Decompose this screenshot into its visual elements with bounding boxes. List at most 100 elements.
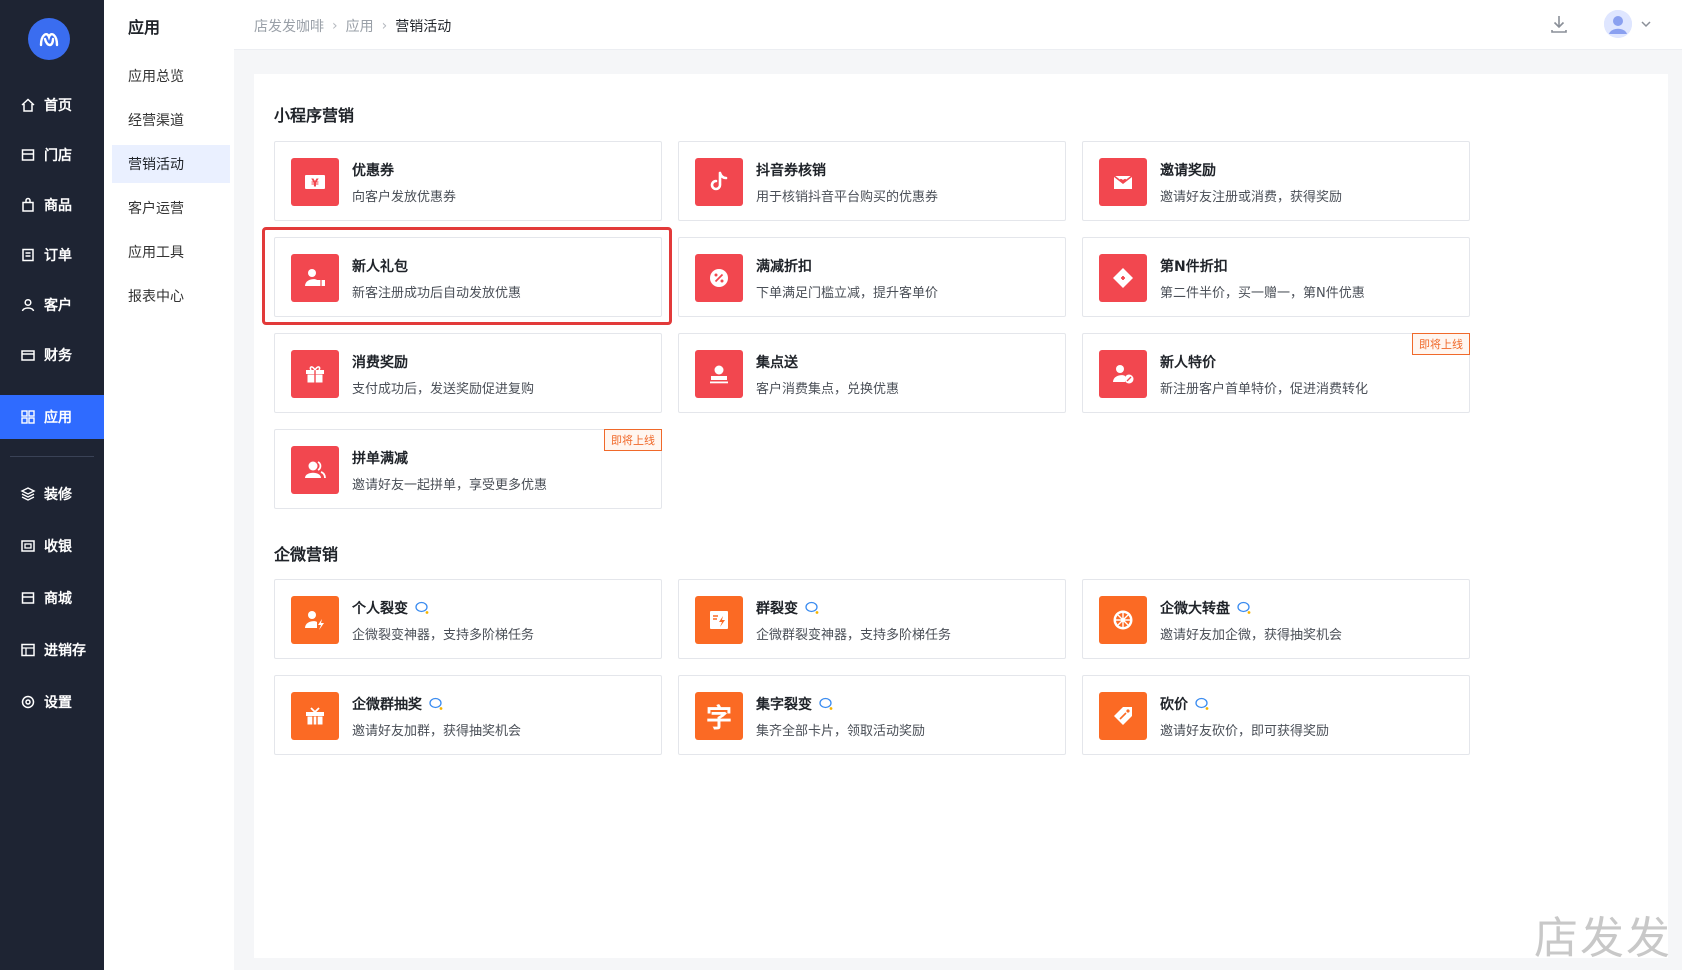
card-full-reduction[interactable]: 满减折扣 下单满足门槛立减，提升客单价 (678, 237, 1066, 317)
nav-item-orders[interactable]: 订单 (0, 233, 104, 277)
nav-item-customers[interactable]: 客户 (0, 283, 104, 327)
card-title: 群裂变 (756, 598, 820, 618)
submenu-item-marketing[interactable]: 营销活动 (112, 145, 230, 183)
wecom-chat-icon (1236, 600, 1252, 616)
coming-soon-badge: 即将上线 (604, 429, 662, 451)
card-desc: 邀请好友一起拼单，享受更多优惠 (352, 478, 548, 493)
card-group-fission[interactable]: 群裂变 企微群裂变神器，支持多阶梯任务 (678, 579, 1066, 659)
character-icon: 字 (695, 692, 743, 740)
breadcrumb-shop[interactable]: 店发发咖啡 (254, 16, 324, 36)
card-desc: 新注册客户首单特价，促进消费转化 (1160, 382, 1369, 397)
chevron-down-icon[interactable] (1640, 18, 1652, 30)
card-group-order[interactable]: 拼单满减 邀请好友一起拼单，享受更多优惠 即将上线 (274, 429, 662, 509)
card-collect-characters[interactable]: 字 集字裂变 集齐全部卡片，领取活动奖励 (678, 675, 1066, 755)
bargain-tag-icon (1099, 692, 1147, 740)
section-title-miniprogram: 小程序营销 (274, 106, 355, 125)
douyin-icon (695, 158, 743, 206)
card-title: 满减折扣 (756, 259, 812, 275)
nav-item-finance[interactable]: 财务 (0, 333, 104, 377)
card-title: 集字裂变 (756, 694, 834, 714)
stamp-icon (695, 350, 743, 398)
nav-item-store[interactable]: 门店 (0, 133, 104, 177)
submenu-item-channels[interactable]: 经营渠道 (112, 101, 230, 139)
card-title: 拼单满减 (352, 451, 408, 467)
card-desc: 用于核销抖音平台购买的优惠券 (756, 190, 939, 205)
user-bolt-icon (291, 596, 339, 644)
card-desc: 企微群裂变神器，支持多阶梯任务 (756, 628, 952, 643)
submenu-item-overview[interactable]: 应用总览 (112, 57, 230, 95)
breadcrumb: 店发发咖啡 › 应用 › 营销活动 (254, 16, 451, 36)
card-purchase-reward[interactable]: 消费奖励 支付成功后，发送奖励促进复购 (274, 333, 662, 413)
settings-icon (20, 694, 36, 710)
nav-item-settings[interactable]: 设置 (0, 680, 104, 724)
tag-icon (1099, 254, 1147, 302)
section-title-wecom: 企微营销 (274, 545, 339, 564)
download-icon[interactable] (1548, 13, 1570, 35)
order-icon (20, 247, 36, 263)
card-nth-discount[interactable]: 第N件折扣 第二件半价，买一赠一，第N件优惠 (1082, 237, 1470, 317)
wecom-chat-icon (414, 600, 430, 616)
card-desc: 支付成功后，发送奖励促进复购 (352, 382, 535, 397)
card-title: 消费奖励 (352, 355, 408, 371)
card-desc: 新客注册成功后自动发放优惠 (352, 286, 522, 301)
breadcrumb-current: 营销活动 (395, 19, 452, 35)
card-title: 抖音券核销 (756, 163, 826, 179)
nav-item-goods[interactable]: 商品 (0, 183, 104, 227)
new-user-price-icon (1099, 350, 1147, 398)
card-title: 新人特价 (1160, 355, 1216, 371)
main-nav: 首页 门店 商品 订单 客户 财务 应用 装修 收银 商城 进销存 设置 (0, 0, 104, 970)
nav-item-apps[interactable]: 应用 (0, 395, 104, 439)
submenu-item-reports[interactable]: 报表中心 (112, 277, 230, 315)
nav-item-decoration[interactable]: 装修 (0, 472, 104, 516)
watermark: 店发发 (1534, 913, 1672, 964)
apps-icon (20, 409, 36, 425)
card-douyin[interactable]: 抖音券核销 用于核销抖音平台购买的优惠券 (678, 141, 1066, 221)
gift-icon (291, 350, 339, 398)
nav-item-home[interactable]: 首页 (0, 83, 104, 127)
card-bargain[interactable]: 砍价 邀请好友砍价，即可获得奖励 (1082, 675, 1470, 755)
wecom-chat-icon (804, 600, 820, 616)
percent-icon (695, 254, 743, 302)
card-new-user-gift[interactable]: 新人礼包 新客注册成功后自动发放优惠 (274, 237, 662, 317)
sub-menu: 应用 应用总览 经营渠道 营销活动 客户运营 应用工具 报表中心 (104, 0, 234, 970)
card-coupon[interactable]: ¥ 优惠券 向客户发放优惠券 (274, 141, 662, 221)
lottery-gift-icon (291, 692, 339, 740)
nav-item-cashier[interactable]: 收银 (0, 524, 104, 568)
card-invite[interactable]: 邀请奖励 邀请好友注册或消费，获得奖励 (1082, 141, 1470, 221)
card-new-user-price[interactable]: 新人特价 新注册客户首单特价，促进消费转化 即将上线 (1082, 333, 1470, 413)
card-personal-fission[interactable]: 个人裂变 企微裂变神器，支持多阶梯任务 (274, 579, 662, 659)
wallet-icon (20, 347, 36, 363)
bag-icon (20, 197, 36, 213)
card-stamp-collect[interactable]: 集点送 客户消费集点，兑换优惠 (678, 333, 1066, 413)
card-title: 企微群抽奖 (352, 694, 444, 714)
card-title: 新人礼包 (352, 259, 408, 275)
submenu-item-tools[interactable]: 应用工具 (112, 233, 230, 271)
card-wecom-group-lottery[interactable]: 企微群抽奖 邀请好友加群，获得抽奖机会 (274, 675, 662, 755)
nav-item-inventory[interactable]: 进销存 (0, 628, 104, 672)
card-desc: 下单满足门槛立减，提升客单价 (756, 286, 939, 301)
card-desc: 邀请好友注册或消费，获得奖励 (1160, 190, 1343, 205)
card-desc: 客户消费集点，兑换优惠 (756, 382, 900, 397)
card-title: 集点送 (756, 355, 798, 371)
card-desc: 邀请好友砍价，即可获得奖励 (1160, 724, 1330, 739)
coupon-icon: ¥ (291, 158, 339, 206)
inventory-icon (20, 642, 36, 658)
card-title: 优惠券 (352, 163, 394, 179)
home-icon (20, 97, 36, 113)
card-desc: 向客户发放优惠券 (352, 190, 457, 205)
avatar[interactable] (1604, 10, 1632, 38)
nav-divider (10, 456, 94, 457)
nav-item-mall[interactable]: 商城 (0, 576, 104, 620)
card-desc: 集齐全部卡片，领取活动奖励 (756, 724, 926, 739)
card-desc: 第二件半价，买一赠一，第N件优惠 (1160, 286, 1365, 301)
group-users-icon (291, 446, 339, 494)
submenu-title: 应用 (128, 18, 161, 37)
layers-icon (20, 486, 36, 502)
wecom-chat-icon (1194, 696, 1210, 712)
submenu-item-customer-ops[interactable]: 客户运营 (112, 189, 230, 227)
svg-text:¥: ¥ (311, 177, 319, 190)
user-icon (20, 297, 36, 313)
card-wecom-wheel[interactable]: 企微大转盘 邀请好友加企微，获得抽奖机会 (1082, 579, 1470, 659)
card-title: 企微大转盘 (1160, 598, 1252, 618)
breadcrumb-apps[interactable]: 应用 (346, 16, 374, 36)
